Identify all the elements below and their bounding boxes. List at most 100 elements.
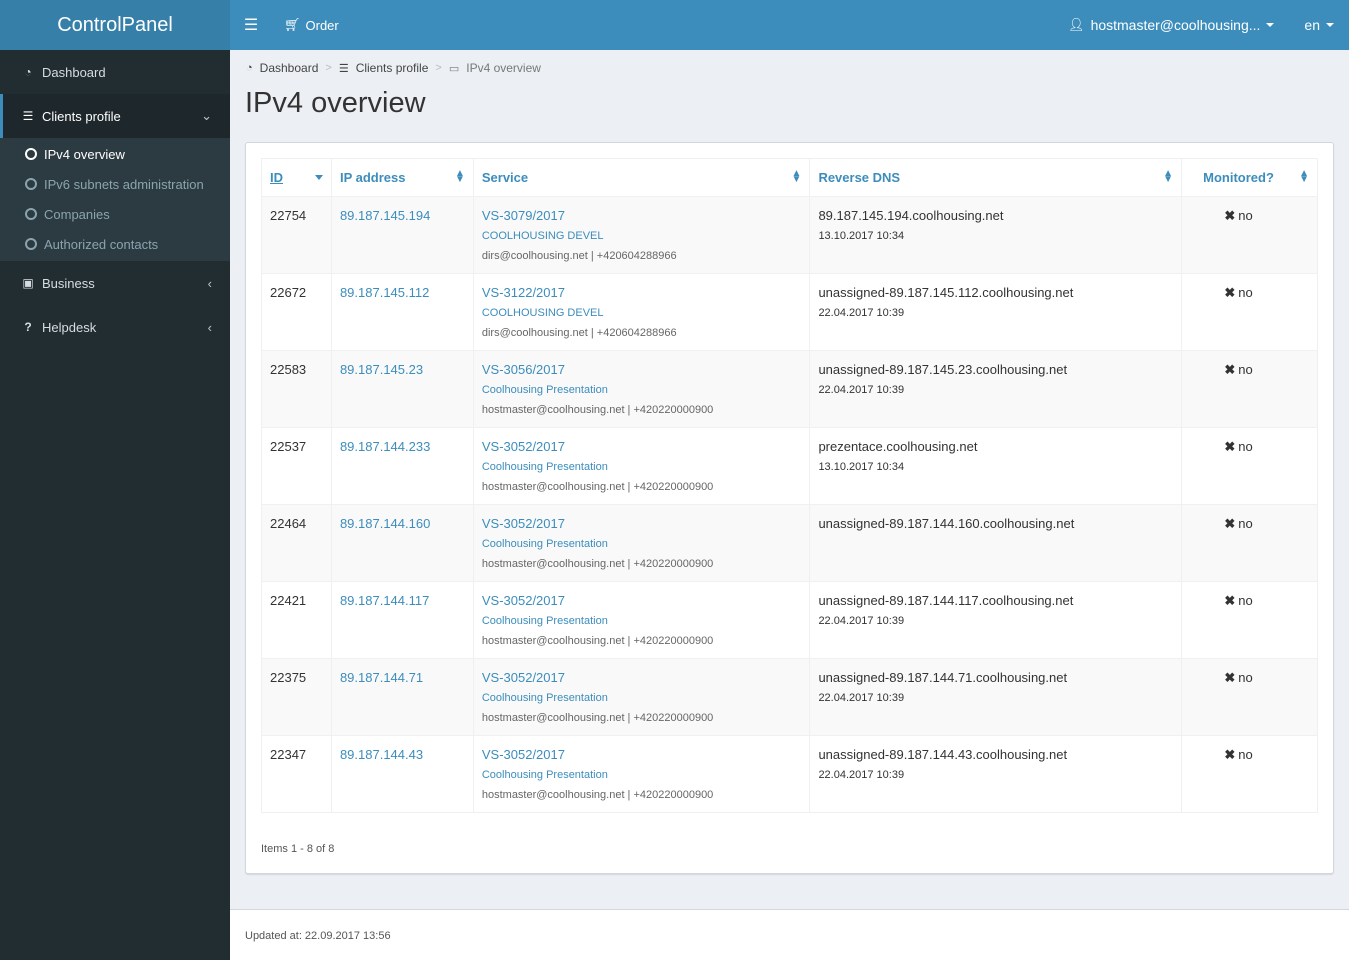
company-link[interactable]: COOLHOUSING DEVEL [482,230,604,242]
breadcrumb-separator: > [325,62,332,74]
cell-ip: 89.187.144.43 [330,735,474,813]
reverse-dns-value: unassigned-89.187.144.160.coolhousing.ne… [818,516,1075,531]
service-contact: hostmaster@coolhousing.net | +4202200009… [481,635,714,647]
sidebar-item-label: Companies [44,206,110,222]
reverse-dns-date: 22.04.2017 10:39 [818,384,905,396]
cell-id: 22537 [261,427,332,505]
reverse-dns-date: 22.04.2017 10:39 [818,692,905,704]
table-row: 22421 89.187.144.117 VS-3052/2017 Coolho… [261,581,1318,659]
service-link[interactable]: VS-3052/2017 [482,439,565,454]
service-link[interactable]: VS-3052/2017 [482,593,565,608]
caret-down-icon [1266,23,1275,27]
company-link[interactable]: Coolhousing Presentation [482,769,608,781]
cell-ip: 89.187.145.194 [330,196,474,274]
user-menu[interactable]: 👤︎ hostmaster@coolhousing... [1053,0,1289,50]
ip-link[interactable]: 89.187.145.194 [340,208,430,223]
column-header-ip-address[interactable]: IP address ▲ ▼ [330,158,474,197]
reverse-dns-date: 22.04.2017 10:39 [818,769,905,781]
page-title: IPv4 overview [245,87,426,119]
company-link[interactable]: Coolhousing Presentation [482,692,608,704]
cell-service: VS-3052/2017 Coolhousing Presentation ho… [472,735,811,813]
sidebar-item-label: Business [42,275,95,291]
sidebar-item-clients-profile[interactable]: ☰ Clients profile ⌄ [0,94,230,138]
cell-id: 22583 [261,350,332,428]
cell-id: 22347 [261,735,332,813]
sidebar-item-label: IPv4 overview [44,146,125,162]
sidebar-item-label: IPv6 subnets administration [44,176,204,192]
breadcrumb-current: IPv4 overview [466,61,541,75]
breadcrumb-clients-profile[interactable]: Clients profile [356,61,429,75]
service-link[interactable]: VS-3052/2017 [482,747,565,762]
sidebar-item-label: Helpdesk [42,319,97,335]
cell-reverse-dns: 89.187.145.194.coolhousing.net 13.10.201… [809,196,1183,274]
ip-link[interactable]: 89.187.144.71 [340,670,423,685]
ip-link[interactable]: 89.187.144.43 [340,747,423,762]
ip-link[interactable]: 89.187.144.160 [340,516,430,531]
sidebar-item-dashboard[interactable]: ◔ Dashboard [0,50,230,94]
table-row: 22537 89.187.144.233 VS-3052/2017 Coolho… [261,427,1318,505]
chevron-left-icon: ‹ [207,319,212,335]
sidebar-toggle-button[interactable]: ☰ [230,0,272,50]
service-link[interactable]: VS-3052/2017 [482,670,565,685]
sidebar-item-business[interactable]: ▣ Business ‹ [0,261,230,305]
breadcrumb: ◔ Dashboard > ☰ Clients profile > ▭ IPv4… [246,61,541,75]
sidebar-item-ipv6-subnets[interactable]: IPv6 subnets administration [0,169,230,199]
service-contact: hostmaster@coolhousing.net | +4202200009… [481,558,714,570]
column-header-id[interactable]: ID [261,158,332,197]
ipv4-table: ID IP address ▲ ▼ Service ▲ ▼ Reverse DNS ▲ ▼ … [261,158,1318,813]
cell-service: VS-3052/2017 Coolhousing Presentation ho… [472,427,811,505]
cell-monitored: ✖ no [1181,504,1318,582]
company-link[interactable]: Coolhousing Presentation [482,461,608,473]
sidebar-item-companies[interactable]: Companies [0,199,230,229]
cell-monitored: ✖ no [1181,273,1318,351]
breadcrumb-dashboard[interactable]: Dashboard [260,61,319,75]
cell-service: VS-3052/2017 Coolhousing Presentation ho… [472,658,811,736]
table-header-row: ID IP address ▲ ▼ Service ▲ ▼ Reverse DNS ▲ ▼ … [261,158,1318,197]
sort-desc-icon [314,175,323,180]
cell-monitored: ✖ no [1181,658,1318,736]
sidebar-item-helpdesk[interactable]: ? Helpdesk ‹ [0,305,230,349]
cell-ip: 89.187.144.233 [330,427,474,505]
cell-id: 22672 [261,273,332,351]
ip-link[interactable]: 89.187.144.233 [340,439,430,454]
app-logo[interactable]: ControlPanel [0,0,230,50]
company-link[interactable]: COOLHOUSING DEVEL [482,307,604,319]
language-label: en [1304,17,1320,33]
service-link[interactable]: VS-3052/2017 [482,516,565,531]
times-icon: ✖ [1224,439,1236,454]
table-row: 22347 89.187.144.43 VS-3052/2017 Coolhou… [261,735,1318,813]
service-link[interactable]: VS-3122/2017 [482,285,565,300]
table-row: 22754 89.187.145.194 VS-3079/2017 COOLHO… [261,196,1318,274]
cell-monitored: ✖ no [1181,196,1318,274]
table-row: 22672 89.187.145.112 VS-3122/2017 COOLHO… [261,273,1318,351]
order-link[interactable]: 🛒︎ Order [272,0,351,50]
sidebar-item-ipv4-overview[interactable]: IPv4 overview [0,139,230,169]
circle-icon [25,238,37,250]
footer: Updated at: 22.09.2017 13:56 [230,909,1349,960]
circle-icon [25,148,37,160]
times-icon: ✖ [1224,285,1236,300]
ip-link[interactable]: 89.187.145.23 [340,362,423,377]
cell-ip: 89.187.145.112 [330,273,474,351]
dashboard-icon: ◔ [246,62,253,74]
column-header-monitored[interactable]: Monitored? ▲ ▼ [1181,158,1318,197]
company-link[interactable]: Coolhousing Presentation [482,538,608,550]
column-header-service[interactable]: Service ▲ ▼ [472,158,811,197]
question-icon: ? [24,320,32,334]
column-header-reverse-dns[interactable]: Reverse DNS ▲ ▼ [809,158,1183,197]
reverse-dns-value: unassigned-89.187.144.71.coolhousing.net [818,670,1068,685]
company-link[interactable]: Coolhousing Presentation [482,615,608,627]
service-link[interactable]: VS-3056/2017 [482,362,565,377]
company-link[interactable]: Coolhousing Presentation [482,384,608,396]
circle-icon [25,208,37,220]
monitored-value: no [1238,593,1253,608]
ip-link[interactable]: 89.187.144.117 [340,593,429,608]
service-link[interactable]: VS-3079/2017 [482,208,565,223]
ip-link[interactable]: 89.187.145.112 [340,285,429,300]
language-menu[interactable]: en [1289,0,1349,50]
cell-monitored: ✖ no [1181,735,1318,813]
monitored-value: no [1238,362,1253,377]
chevron-down-icon: ⌄ [201,108,212,123]
cell-ip: 89.187.144.160 [330,504,474,582]
sidebar-item-authorized-contacts[interactable]: Authorized contacts [0,229,230,259]
